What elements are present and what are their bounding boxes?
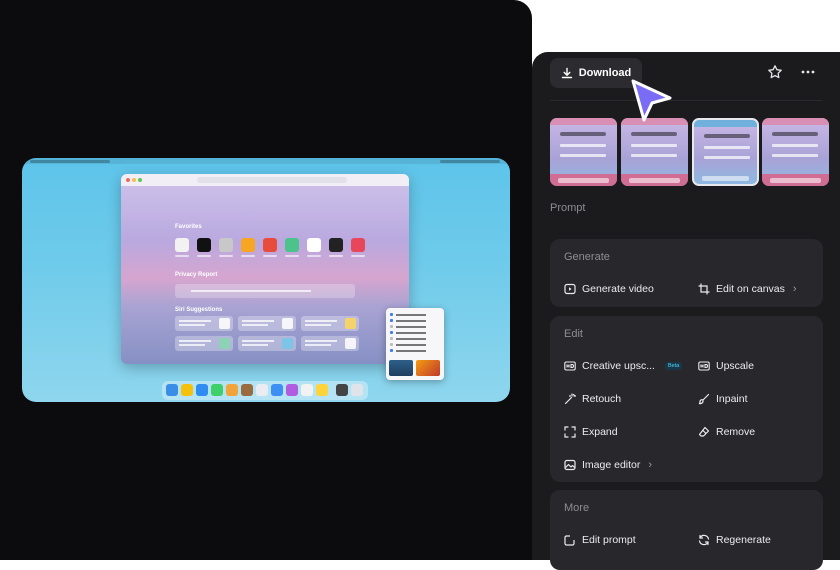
magic-wand-icon xyxy=(564,393,576,405)
image-canvas: Favorites Privacy Report Siri Suggestion… xyxy=(0,0,532,560)
brush-icon xyxy=(698,393,710,405)
image-edit-icon xyxy=(564,459,576,471)
privacy-report-title: Privacy Report xyxy=(175,272,218,278)
more-title: More xyxy=(564,502,590,514)
thumbnail-1[interactable] xyxy=(550,118,617,186)
mac-dock xyxy=(162,381,368,400)
retouch-button[interactable]: Retouch xyxy=(564,393,621,405)
download-icon xyxy=(561,67,572,79)
generate-section: Generate Generate video Edit on canvas › xyxy=(550,239,823,307)
address-bar xyxy=(197,177,347,183)
creative-upscale-button[interactable]: Creative upsc... Beta xyxy=(564,360,683,372)
thumbnail-4[interactable] xyxy=(762,118,829,186)
upscale-button[interactable]: Upscale xyxy=(698,360,754,372)
window-titlebar xyxy=(121,174,409,186)
edit-prompt-icon xyxy=(564,535,575,546)
edit-on-canvas-button[interactable]: Edit on canvas › xyxy=(698,283,797,295)
safari-window: Favorites Privacy Report Siri Suggestion… xyxy=(121,174,409,364)
edit-title: Edit xyxy=(564,328,583,340)
inpaint-button[interactable]: Inpaint xyxy=(698,393,748,405)
favorite-button[interactable] xyxy=(765,62,785,82)
refresh-icon xyxy=(698,534,710,546)
thumbnail-2[interactable] xyxy=(621,118,688,186)
image-editor-button[interactable]: Image editor › xyxy=(564,459,652,471)
hd-icon xyxy=(564,361,576,371)
more-section: More Edit prompt Regenerate xyxy=(550,490,823,570)
generate-title: Generate xyxy=(564,251,610,263)
hd-icon xyxy=(698,361,710,371)
mac-menubar xyxy=(22,158,510,164)
thumbnail-3-selected[interactable] xyxy=(692,118,759,186)
remove-button[interactable]: Remove xyxy=(698,426,755,438)
generated-image-preview[interactable]: Favorites Privacy Report Siri Suggestion… xyxy=(22,158,510,402)
chevron-right-icon: › xyxy=(648,459,653,471)
expand-button[interactable]: Expand xyxy=(564,426,618,438)
chevron-right-icon: › xyxy=(792,283,797,295)
beta-badge: Beta xyxy=(664,362,683,370)
favorites-title: Favorites xyxy=(175,224,202,230)
edit-section: Edit Creative upsc... Beta Upscale Retou… xyxy=(550,316,823,482)
generate-video-button[interactable]: Generate video xyxy=(564,283,654,295)
prompt-label: Prompt xyxy=(550,202,586,214)
more-icon xyxy=(801,70,815,74)
crop-icon xyxy=(698,283,710,295)
star-icon xyxy=(768,65,782,79)
pointer-cursor-icon xyxy=(631,79,672,122)
privacy-report-box xyxy=(175,284,355,298)
expand-icon xyxy=(564,426,576,438)
header-divider xyxy=(550,100,822,101)
image-actions-panel: Download Prompt Generate Generate video xyxy=(532,52,840,570)
siri-suggestions-title: Siri Suggestions xyxy=(175,307,223,313)
customize-popup xyxy=(386,308,444,380)
more-options-button[interactable] xyxy=(798,62,818,82)
video-icon xyxy=(564,283,576,295)
edit-prompt-button[interactable]: Edit prompt xyxy=(564,534,636,546)
download-label: Download xyxy=(578,67,632,79)
eraser-icon xyxy=(698,426,710,437)
regenerate-button[interactable]: Regenerate xyxy=(698,534,771,546)
